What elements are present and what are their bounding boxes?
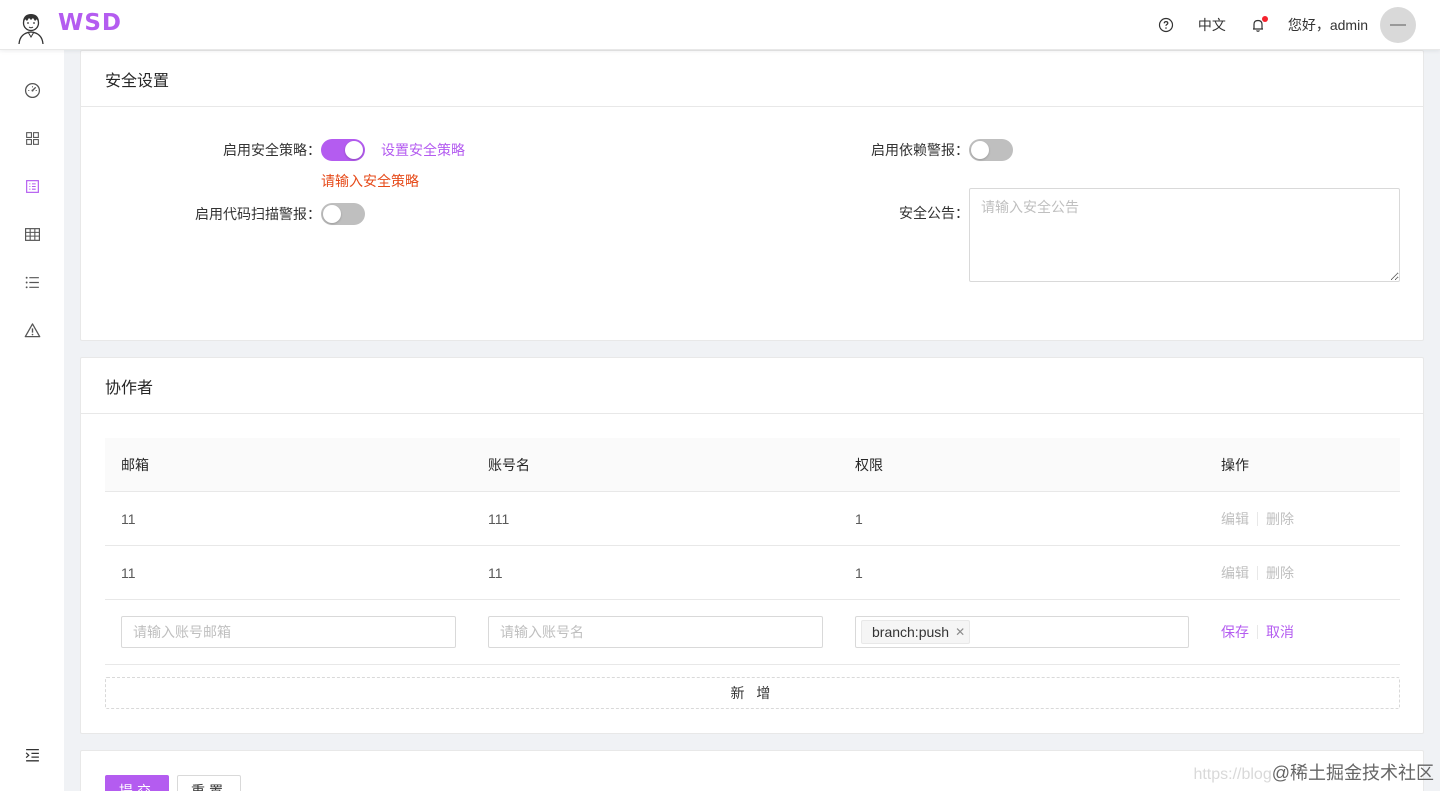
permission-tag: branch:push ✕ bbox=[861, 620, 971, 644]
form-icon[interactable] bbox=[22, 176, 42, 196]
menu-fold-icon[interactable] bbox=[22, 745, 42, 765]
close-icon[interactable]: ✕ bbox=[955, 625, 965, 639]
edit-link[interactable]: 编辑 bbox=[1221, 509, 1249, 529]
grid-icon[interactable] bbox=[22, 128, 42, 148]
cell-account-edit bbox=[488, 600, 823, 664]
column-actions: 操作 bbox=[1221, 456, 1249, 473]
scan-switch[interactable] bbox=[321, 203, 365, 225]
announce-textarea[interactable] bbox=[969, 188, 1400, 282]
permission-select[interactable]: branch:push ✕ bbox=[855, 616, 1189, 648]
watermark-url: https://blog bbox=[1193, 766, 1272, 783]
column-permission: 权限 bbox=[855, 456, 883, 473]
security-title: 安全设置 bbox=[81, 51, 1423, 107]
cell-permission: 1 bbox=[855, 510, 863, 527]
announce-label: 安全公告： bbox=[899, 205, 969, 221]
scan-row: 启用代码扫描警报： bbox=[141, 203, 365, 225]
help-icon[interactable] bbox=[1158, 17, 1174, 33]
language-switch[interactable]: 中文 bbox=[1198, 15, 1226, 35]
add-collaborator-button[interactable]: 新 增 bbox=[105, 677, 1400, 709]
security-card: 安全设置 启用安全策略： 设置安全策略 请输入安全策略 启用代码扫描警报： 启用… bbox=[80, 50, 1424, 341]
policy-error: 请输入安全策略 bbox=[321, 173, 419, 189]
tag-label: branch:push bbox=[872, 624, 950, 640]
watermark: https://blog@稀土掘金技术社区 bbox=[1193, 759, 1434, 785]
bell-icon[interactable] bbox=[1250, 16, 1268, 33]
dependency-label: 启用依赖警报： bbox=[871, 142, 969, 158]
edit-link[interactable]: 编辑 bbox=[1221, 563, 1249, 583]
set-policy-link[interactable]: 设置安全策略 bbox=[381, 140, 465, 160]
cell-actions: 编辑 删除 bbox=[1221, 492, 1294, 545]
dashboard-icon[interactable] bbox=[22, 80, 42, 100]
reset-button[interactable]: 重置 bbox=[177, 775, 241, 791]
logo-avatar-icon bbox=[18, 14, 44, 44]
header-actions: 中文 您好，admin bbox=[1158, 0, 1416, 50]
warning-icon[interactable] bbox=[22, 320, 42, 340]
list-icon[interactable] bbox=[22, 272, 42, 292]
cell-permission: 1 bbox=[855, 564, 863, 581]
watermark-text: @稀土掘金技术社区 bbox=[1271, 763, 1434, 783]
table-row: 11 111 1 编辑 删除 bbox=[105, 492, 1400, 546]
logo-text: WSD bbox=[58, 10, 123, 36]
policy-switch[interactable] bbox=[321, 139, 365, 161]
policy-row: 启用安全策略： 设置安全策略 bbox=[181, 139, 465, 161]
cell-permission-edit: branch:push ✕ bbox=[855, 600, 1189, 664]
cell-email: 11 bbox=[121, 564, 136, 581]
table-row-editing: branch:push ✕ 保存 取消 bbox=[105, 600, 1400, 665]
avatar[interactable] bbox=[1380, 7, 1416, 43]
top-header: WSD 中文 您好，admin bbox=[0, 0, 1440, 50]
email-input[interactable] bbox=[121, 616, 456, 648]
save-link[interactable]: 保存 bbox=[1221, 622, 1249, 642]
column-email: 邮箱 bbox=[121, 456, 149, 473]
cell-email-edit bbox=[121, 600, 456, 664]
cell-email: 11 bbox=[121, 510, 136, 527]
table-row: 11 11 1 编辑 删除 bbox=[105, 546, 1400, 600]
delete-link[interactable]: 删除 bbox=[1266, 563, 1294, 583]
collaborators-card: 协作者 邮箱 账号名 权限 操作 11 111 1 编辑 删除 11 11 1 … bbox=[80, 357, 1424, 734]
policy-error-row: 请输入安全策略 bbox=[321, 171, 419, 191]
cancel-link[interactable]: 取消 bbox=[1266, 622, 1294, 642]
account-input[interactable] bbox=[488, 616, 823, 648]
collaborators-title: 协作者 bbox=[81, 358, 1423, 414]
cell-actions: 编辑 删除 bbox=[1221, 546, 1294, 599]
sidebar bbox=[0, 50, 64, 791]
collaborators-table: 邮箱 账号名 权限 操作 11 111 1 编辑 删除 11 11 1 编辑 删… bbox=[105, 438, 1400, 665]
notification-dot bbox=[1261, 16, 1268, 22]
cell-account: 111 bbox=[488, 510, 510, 527]
delete-link[interactable]: 删除 bbox=[1266, 509, 1294, 529]
policy-label: 启用安全策略： bbox=[223, 142, 321, 158]
dependency-switch[interactable] bbox=[969, 139, 1013, 161]
column-account: 账号名 bbox=[488, 456, 530, 473]
dependency-row: 启用依赖警报： bbox=[821, 139, 1013, 161]
table-icon[interactable] bbox=[22, 224, 42, 244]
scan-label: 启用代码扫描警报： bbox=[195, 206, 321, 222]
table-header: 邮箱 账号名 权限 操作 bbox=[105, 438, 1400, 492]
user-greeting[interactable]: 您好，admin bbox=[1288, 15, 1368, 35]
submit-button[interactable]: 提交 bbox=[105, 775, 169, 791]
announce-row: 安全公告： bbox=[821, 203, 969, 223]
cell-account: 11 bbox=[488, 564, 503, 581]
cell-actions-edit: 保存 取消 bbox=[1221, 600, 1294, 664]
